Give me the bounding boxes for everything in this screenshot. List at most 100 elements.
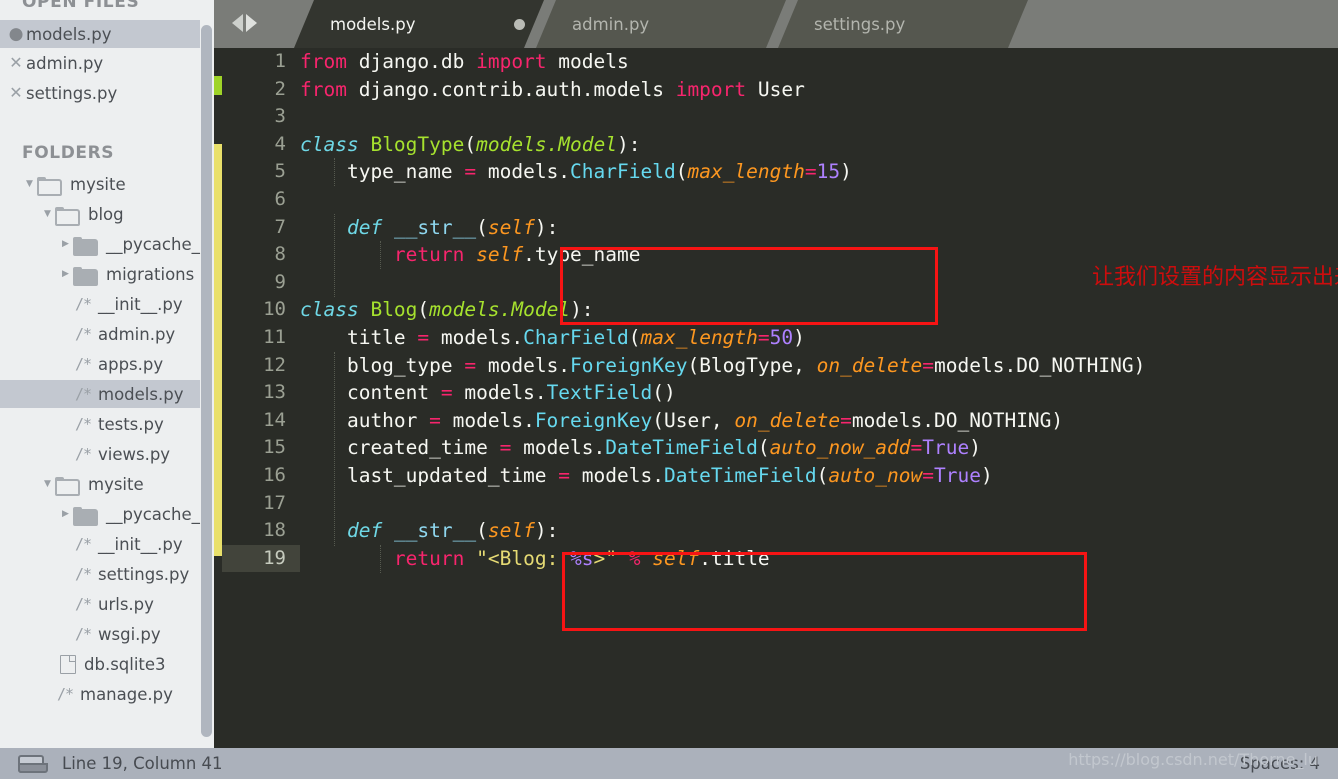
added-marker: [214, 76, 222, 95]
tab-settings-py[interactable]: settings.py ✕: [778, 0, 1028, 48]
file-label: settings.py: [98, 564, 190, 584]
file-label: apps.py: [98, 354, 164, 374]
status-bar: Line 19, Column 41 Spaces: 4 https://blo…: [0, 748, 1338, 779]
watermark-text: https://blog.csdn.net/Thorne_lu: [1068, 750, 1318, 769]
file-item-mysite-settings[interactable]: /* settings.py: [0, 560, 200, 588]
folder-label: __pycache_: [106, 504, 200, 524]
folder-item-mysite-root[interactable]: ▼ mysite: [0, 170, 200, 198]
chevron-right-icon[interactable]: ▶: [58, 269, 73, 279]
tab-models-py[interactable]: models.py: [294, 0, 544, 48]
tab-label: settings.py: [814, 14, 906, 34]
close-icon[interactable]: ✕: [8, 85, 24, 101]
code-line-11: title = models.CharField(max_length=50): [300, 326, 805, 349]
python-file-icon: /*: [74, 295, 92, 313]
python-file-icon: /*: [74, 625, 92, 643]
python-file-icon: /*: [74, 565, 92, 583]
file-item-blog-apps[interactable]: /* apps.py: [0, 350, 200, 378]
chevron-right-icon[interactable]: ▶: [58, 509, 73, 519]
close-icon[interactable]: ✕: [8, 55, 24, 71]
file-item-manage-py[interactable]: /* manage.py: [0, 680, 200, 708]
triangle-left-icon[interactable]: [232, 14, 243, 32]
code-lines[interactable]: from django.db import models from django…: [300, 48, 1338, 748]
file-item-mysite-urls[interactable]: /* urls.py: [0, 590, 200, 618]
folder-closed-icon: [73, 266, 98, 286]
python-file-icon: /*: [74, 445, 92, 463]
code-editor[interactable]: 1 2 3 4 5 6 7 8 9 10 11 12 13 14 15 16 1…: [222, 48, 1338, 748]
file-item-blog-admin[interactable]: /* admin.py: [0, 320, 200, 348]
line-number-gutter: 1 2 3 4 5 6 7 8 9 10 11 12 13 14 15 16 1…: [222, 48, 300, 748]
folder-item-blog[interactable]: ▼ blog: [0, 200, 200, 228]
open-file-models-py[interactable]: ● models.py: [0, 20, 200, 48]
sidebar-scrollbar[interactable]: [201, 25, 212, 737]
file-label: wsgi.py: [98, 624, 161, 644]
diff-marker-strip: [214, 48, 222, 748]
open-file-label: admin.py: [26, 53, 104, 73]
line-number: 15: [263, 436, 286, 459]
file-item-blog-views[interactable]: /* views.py: [0, 440, 200, 468]
open-file-label: settings.py: [26, 83, 118, 103]
line-number: 17: [263, 491, 286, 514]
code-line-1: from django.db import models: [300, 50, 629, 73]
triangle-right-icon[interactable]: [246, 14, 257, 32]
chevron-down-icon[interactable]: ▼: [40, 209, 55, 219]
folder-item-mysite-inner[interactable]: ▼ mysite: [0, 470, 200, 498]
python-file-icon: /*: [56, 685, 74, 703]
line-number: 1: [274, 50, 286, 72]
cursor-position-label[interactable]: Line 19, Column 41: [62, 754, 223, 773]
unsaved-dot-icon: ●: [8, 23, 24, 44]
open-file-settings-py[interactable]: ✕ settings.py: [0, 79, 200, 107]
line-number: 8: [274, 243, 286, 266]
line-number: 2: [274, 77, 286, 100]
file-label: manage.py: [80, 684, 173, 704]
folder-open-icon: [55, 476, 80, 496]
file-item-blog-tests[interactable]: /* tests.py: [0, 410, 200, 438]
python-file-icon: /*: [74, 595, 92, 613]
chevron-down-icon[interactable]: ▼: [22, 179, 37, 189]
code-line-12: blog_type = models.ForeignKey(BlogType, …: [300, 353, 1146, 377]
line-number-current: 19: [222, 544, 300, 573]
file-item-db-sqlite3[interactable]: db.sqlite3: [0, 650, 200, 678]
file-label: admin.py: [98, 324, 176, 344]
line-number: 12: [263, 353, 286, 376]
folder-item-pycache-mysite[interactable]: ▶ __pycache_: [0, 500, 200, 528]
folder-label: mysite: [88, 474, 144, 494]
code-line-15: created_time = models.DateTimeField(auto…: [300, 436, 981, 460]
file-label: db.sqlite3: [84, 654, 166, 674]
open-file-admin-py[interactable]: ✕ admin.py: [0, 49, 200, 77]
folder-label: migrations: [106, 264, 195, 284]
line-number: 3: [274, 105, 286, 128]
code-line-14: author = models.ForeignKey(User, on_dele…: [300, 408, 1064, 432]
file-item-blog-models[interactable]: /* models.py: [0, 380, 200, 408]
line-number: 9: [274, 270, 286, 293]
file-item-blog-init[interactable]: /* __init__.py: [0, 290, 200, 318]
line-number: 4: [274, 132, 286, 155]
chevron-right-icon[interactable]: ▶: [58, 239, 73, 249]
file-label: urls.py: [98, 594, 154, 614]
chevron-down-icon[interactable]: ▼: [40, 479, 55, 489]
python-file-icon: /*: [74, 535, 92, 553]
unsaved-dot-icon[interactable]: [514, 19, 525, 30]
annotation-text: 让我们设置的内容显示出来: [1092, 265, 1338, 290]
code-line-10: class Blog(models.Model):: [300, 298, 594, 322]
python-file-icon: /*: [74, 415, 92, 433]
folder-item-migrations[interactable]: ▶ migrations: [0, 260, 200, 288]
file-item-mysite-init[interactable]: /* __init__.py: [0, 530, 200, 558]
folder-label: mysite: [70, 174, 126, 194]
line-number: 14: [263, 408, 286, 431]
code-line-2: from django.contrib.auth.models import U…: [300, 77, 805, 101]
file-label: views.py: [98, 444, 171, 464]
tab-nav-arrows: [232, 14, 257, 32]
python-file-icon: /*: [74, 385, 92, 403]
folder-item-pycache-blog[interactable]: ▶ __pycache_: [0, 230, 200, 258]
line-number: 5: [274, 160, 286, 183]
open-file-label: models.py: [26, 24, 112, 44]
python-file-icon: /*: [74, 325, 92, 343]
code-line-4: class BlogType(models.Model):: [300, 132, 641, 156]
folder-open-icon: [55, 206, 80, 226]
panel-icon[interactable]: [18, 754, 48, 773]
sidebar: OPEN FILES ● models.py ✕ admin.py ✕ sett…: [0, 0, 220, 748]
tab-admin-py[interactable]: admin.py ✕: [536, 0, 786, 48]
file-item-mysite-wsgi[interactable]: /* wsgi.py: [0, 620, 200, 648]
code-line-5: type_name = models.CharField(max_length=…: [300, 160, 852, 184]
